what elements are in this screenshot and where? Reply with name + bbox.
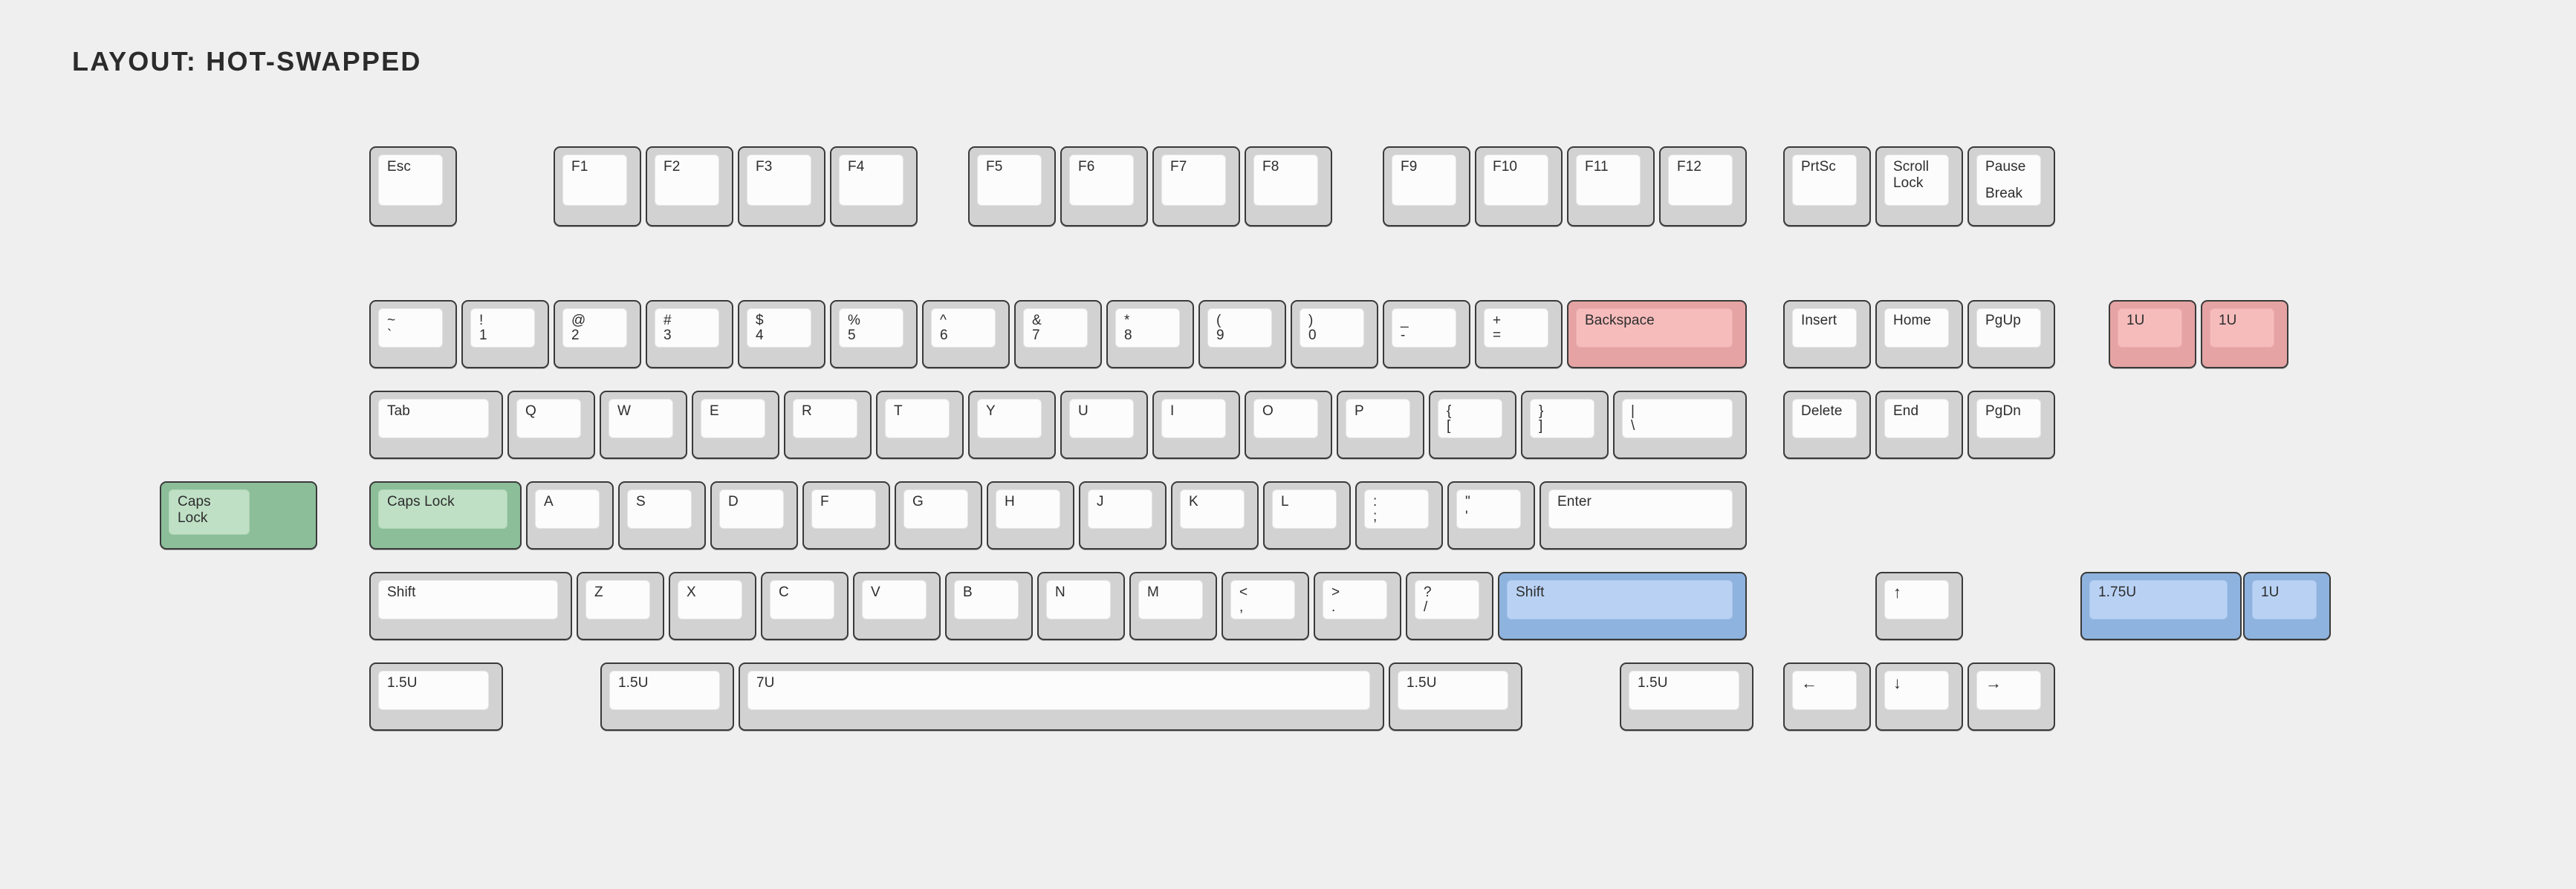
- key-lalt[interactable]: 1.5U: [600, 662, 734, 731]
- bottom-row: 1.5U 1.5U 7U 1.5U 1.5U ← ↓ →: [0, 0, 2576, 889]
- keycap-surface: 1.5U: [609, 671, 720, 710]
- key-lctrl[interactable]: 1.5U: [369, 662, 503, 731]
- keycap-surface: 1.5U: [1629, 671, 1739, 710]
- arrow-right-icon: →: [1985, 674, 2002, 692]
- arrow-down-icon: ↓: [1893, 674, 1902, 692]
- keycap-label: 7U: [756, 675, 775, 691]
- keycap-surface: 1.5U: [1398, 671, 1508, 710]
- key-space[interactable]: 7U: [739, 662, 1384, 731]
- keycap-surface: 1.5U: [378, 671, 489, 710]
- keycap-label: 1.5U: [618, 675, 649, 691]
- keyboard-layout-diagram: Esc F1 F2 F3 F4 F5 F6 F7 F8 F9 F10 F11 F12 PrtSc Scrol…: [0, 0, 2576, 889]
- keycap-surface: ←: [1792, 671, 1857, 710]
- key-arrow-right[interactable]: →: [1967, 662, 2055, 731]
- keycap-label: 1.5U: [387, 675, 418, 691]
- key-arrow-down[interactable]: ↓: [1875, 662, 1963, 731]
- keycap-surface: →: [1976, 671, 2041, 710]
- key-ralt[interactable]: 1.5U: [1389, 662, 1522, 731]
- arrow-left-icon: ←: [1801, 674, 1818, 692]
- keycap-label: 1.5U: [1638, 675, 1668, 691]
- key-arrow-left[interactable]: ←: [1783, 662, 1871, 731]
- key-rctrl[interactable]: 1.5U: [1620, 662, 1753, 731]
- keycap-label: 1.5U: [1407, 675, 1437, 691]
- keycap-surface: ↓: [1884, 671, 1949, 710]
- keycap-surface: 7U: [747, 671, 1370, 710]
